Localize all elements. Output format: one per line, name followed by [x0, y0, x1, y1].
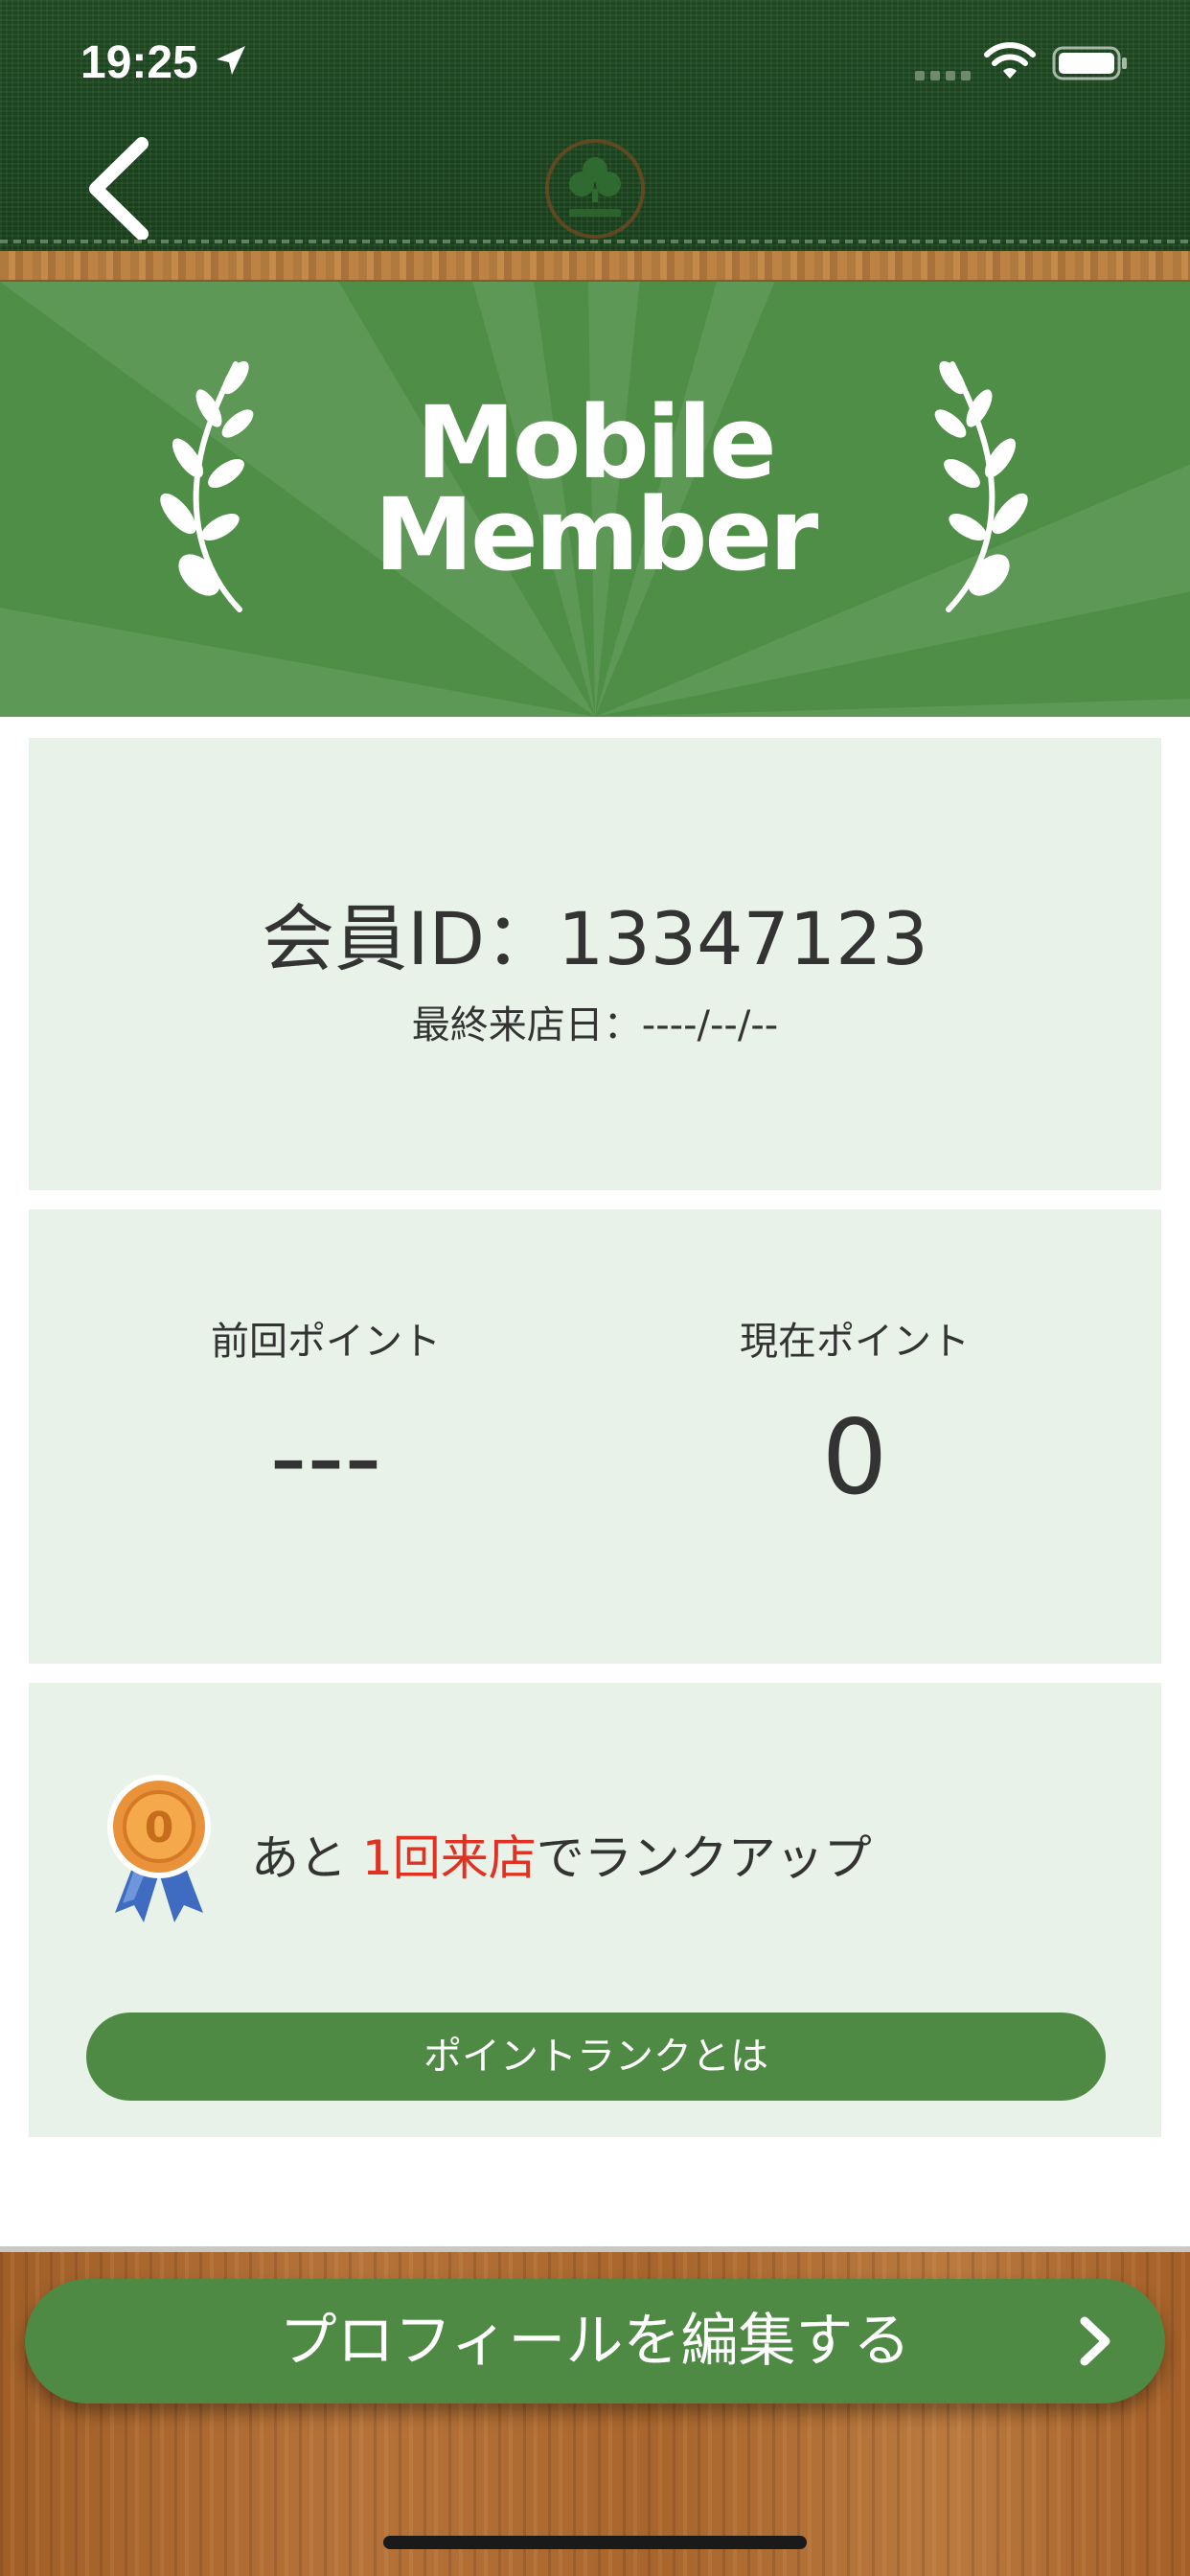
back-button[interactable]	[77, 134, 153, 240]
member-id-card: 会員ID：13347123 最終来店日：----/--/--	[29, 738, 1161, 1190]
laurel-branch-icon	[160, 360, 254, 612]
current-points-label: 現在ポイント	[740, 1320, 970, 1364]
edit-profile-label: プロフィールを編集する	[279, 2308, 911, 2375]
rank-text-suffix: でランクアップ	[536, 1830, 872, 1886]
edit-profile-button[interactable]: プロフィールを編集する	[25, 2279, 1165, 2404]
wood-trim-divider	[0, 251, 1190, 282]
membership-banner: Mobile Member	[0, 282, 1190, 717]
rank-card: 0 あと 1回来店でランクアップ ポイントランクとは	[29, 1683, 1161, 2137]
clover-logo-icon	[545, 139, 645, 239]
rank-text-prefix: あと	[251, 1830, 362, 1886]
cellular-signal-icon	[915, 71, 971, 80]
current-points-value: 0	[821, 1398, 888, 1518]
battery-icon	[1052, 46, 1127, 80]
member-id-text: 会員ID：13347123	[262, 896, 928, 981]
current-points-column: 現在ポイント 0	[596, 1315, 1113, 1516]
banner-title: Mobile Member	[308, 384, 882, 593]
last-visit-date: 最終来店日：----/--/--	[411, 1003, 779, 1047]
home-indicator	[383, 2536, 807, 2549]
previous-points-column: 前回ポイント ---	[67, 1315, 584, 1516]
chevron-right-icon	[1080, 2316, 1110, 2366]
bronze-medal-ribbon-icon: 0	[107, 1775, 211, 1922]
laurel-branch-icon	[934, 360, 1028, 612]
rank-up-message: あと 1回来店でランクアップ	[251, 1825, 872, 1892]
medal-digit: 0	[145, 1804, 174, 1852]
banner-title-line2: Member	[374, 476, 819, 593]
rank-visits-remaining: 1回来店	[361, 1830, 537, 1886]
previous-points-label: 前回ポイント	[211, 1320, 441, 1364]
status-bar-time: 19:25	[80, 37, 198, 88]
previous-points-value: ---	[269, 1398, 382, 1518]
banner-title-line1: Mobile	[416, 384, 776, 501]
points-card: 前回ポイント --- 現在ポイント 0	[29, 1209, 1161, 1664]
wifi-icon	[984, 42, 1036, 79]
location-arrow-icon	[217, 46, 245, 75]
point-rank-info-button[interactable]: ポイントランクとは	[86, 2012, 1106, 2101]
